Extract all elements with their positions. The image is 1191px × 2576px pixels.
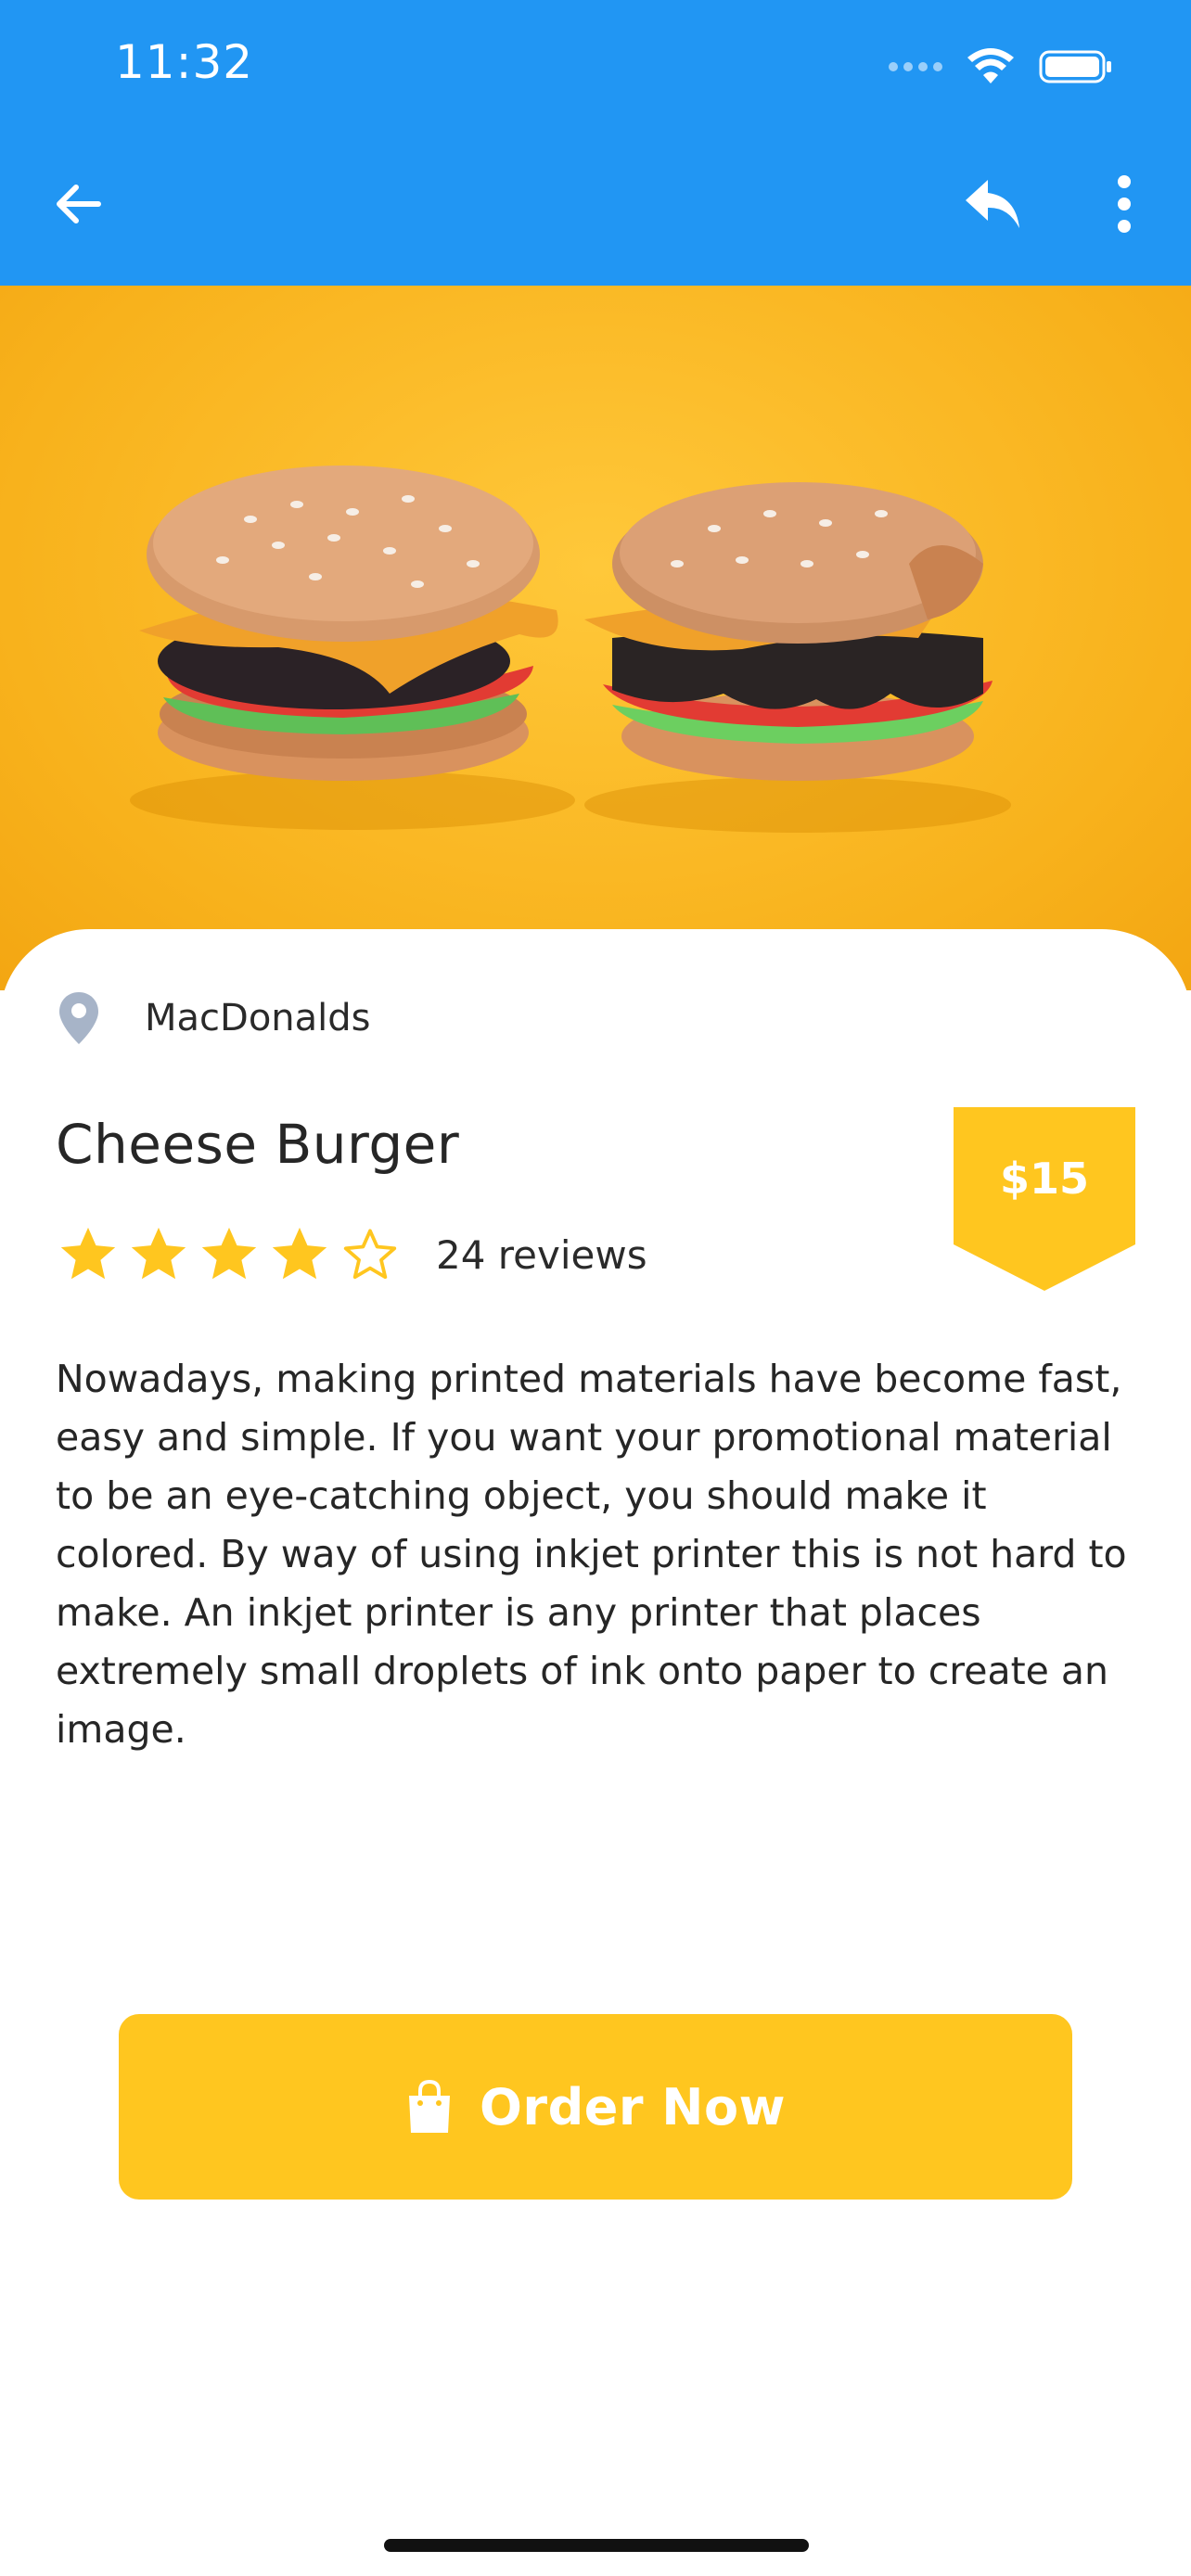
rating-row: 24 reviews <box>56 1222 647 1287</box>
location-pin-icon <box>59 992 98 1044</box>
restaurant-name: MacDonalds <box>145 997 371 1039</box>
star-filled-icon <box>201 1227 257 1280</box>
reply-button[interactable] <box>955 167 1030 241</box>
wifi-icon <box>967 48 1014 83</box>
back-button[interactable] <box>41 167 115 241</box>
status-icons <box>889 48 1113 85</box>
more-vert-icon <box>1118 175 1131 233</box>
shopping-bag-icon <box>409 2079 451 2133</box>
product-title: Cheese Burger <box>56 1113 460 1176</box>
product-description: Nowadays, making printed materials have … <box>56 1357 1127 1752</box>
more-options-button[interactable] <box>1087 167 1161 241</box>
order-now-label: Order Now <box>480 2077 786 2136</box>
reply-icon <box>966 180 1019 228</box>
star-outline-icon <box>343 1229 397 1280</box>
star-filled-icon <box>131 1227 186 1280</box>
star-rating[interactable] <box>56 1222 403 1287</box>
cellular-signal-icon <box>889 62 942 71</box>
reviews-count[interactable]: 24 reviews <box>436 1232 647 1278</box>
star-filled-icon <box>272 1227 327 1280</box>
battery-icon <box>1039 50 1111 83</box>
app-bar: 11:32 <box>0 0 1191 286</box>
order-now-button[interactable]: Order Now <box>119 2014 1072 2200</box>
arrow-back-icon <box>57 185 101 223</box>
restaurant-location[interactable]: MacDonalds <box>58 990 371 1046</box>
price-tag: $15 <box>954 1107 1135 1291</box>
star-filled-icon <box>60 1227 116 1280</box>
hero-image <box>0 286 1191 990</box>
status-time: 11:32 <box>115 35 254 89</box>
price-label: $15 <box>999 1154 1090 1204</box>
home-indicator[interactable] <box>384 2539 809 2552</box>
